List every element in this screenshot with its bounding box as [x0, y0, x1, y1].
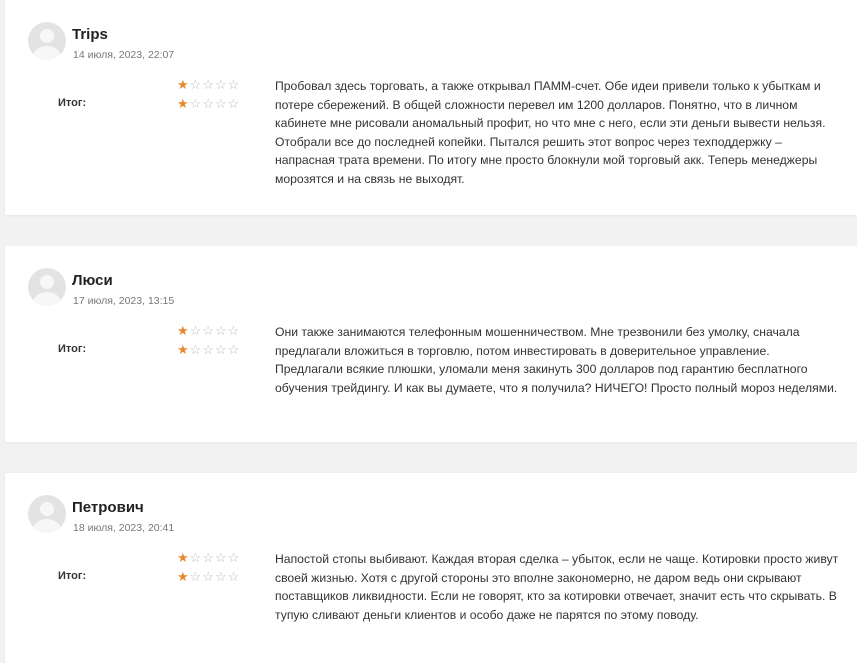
star-icon: ☆	[214, 77, 228, 92]
star-icon: ☆	[227, 550, 241, 565]
review-card: Trips 14 июля, 2023, 22:07 ★☆☆☆☆ Итог: ★…	[5, 0, 857, 215]
star-icon: ☆	[214, 323, 228, 338]
review-date: 17 июля, 2023, 13:15	[73, 295, 175, 307]
rating-stars: ★☆☆☆☆	[177, 551, 240, 565]
total-rating-stars: ★☆☆☆☆	[177, 97, 240, 111]
star-icon: ★	[177, 96, 190, 111]
review-text: Они также занимаются телефонным мошеннич…	[275, 325, 838, 395]
star-icon: ★	[177, 550, 190, 565]
rating-stars: ★☆☆☆☆	[177, 78, 240, 92]
star-icon: ☆	[214, 96, 228, 111]
star-icon: ☆	[214, 569, 228, 584]
star-icon: ☆	[189, 569, 203, 584]
total-rating-label: Итог:	[58, 97, 87, 109]
star-icon: ☆	[189, 323, 203, 338]
star-icon: ☆	[227, 569, 241, 584]
review-text: Пробовал здесь торговать, а также открыв…	[275, 79, 826, 186]
review-date: 18 июля, 2023, 20:41	[73, 522, 175, 534]
star-icon: ☆	[189, 96, 203, 111]
avatar-icon	[28, 495, 66, 533]
total-rating-stars: ★☆☆☆☆	[177, 343, 240, 357]
review-author: Trips	[72, 26, 108, 43]
star-icon: ☆	[202, 342, 215, 357]
avatar-icon	[28, 22, 66, 60]
review-card: Люси 17 июля, 2023, 13:15 ★☆☆☆☆ Итог: ★☆…	[5, 246, 857, 442]
total-rating-label: Итог:	[58, 343, 87, 355]
star-icon: ☆	[189, 77, 203, 92]
star-icon: ★	[177, 323, 190, 338]
review-card: Петрович 18 июля, 2023, 20:41 ★☆☆☆☆ Итог…	[5, 473, 857, 663]
star-icon: ☆	[227, 96, 241, 111]
star-icon: ☆	[202, 323, 215, 338]
star-icon: ★	[177, 77, 190, 92]
avatar-icon	[28, 268, 66, 306]
star-icon: ★	[177, 569, 190, 584]
review-date: 14 июля, 2023, 22:07	[73, 49, 175, 61]
star-icon: ☆	[202, 96, 215, 111]
rating-stars: ★☆☆☆☆	[177, 324, 240, 338]
star-icon: ☆	[214, 342, 228, 357]
star-icon: ★	[177, 342, 190, 357]
star-icon: ☆	[202, 77, 215, 92]
review-author: Люси	[72, 272, 113, 289]
star-icon: ☆	[227, 77, 241, 92]
review-text: Напостой стопы выбивают. Каждая вторая с…	[275, 552, 839, 622]
total-rating-label: Итог:	[58, 570, 87, 582]
star-icon: ☆	[189, 342, 203, 357]
star-icon: ☆	[227, 323, 241, 338]
star-icon: ☆	[189, 550, 203, 565]
star-icon: ☆	[202, 550, 215, 565]
star-icon: ☆	[202, 569, 215, 584]
review-author: Петрович	[72, 499, 144, 516]
total-rating-stars: ★☆☆☆☆	[177, 570, 240, 584]
star-icon: ☆	[214, 550, 228, 565]
star-icon: ☆	[227, 342, 241, 357]
